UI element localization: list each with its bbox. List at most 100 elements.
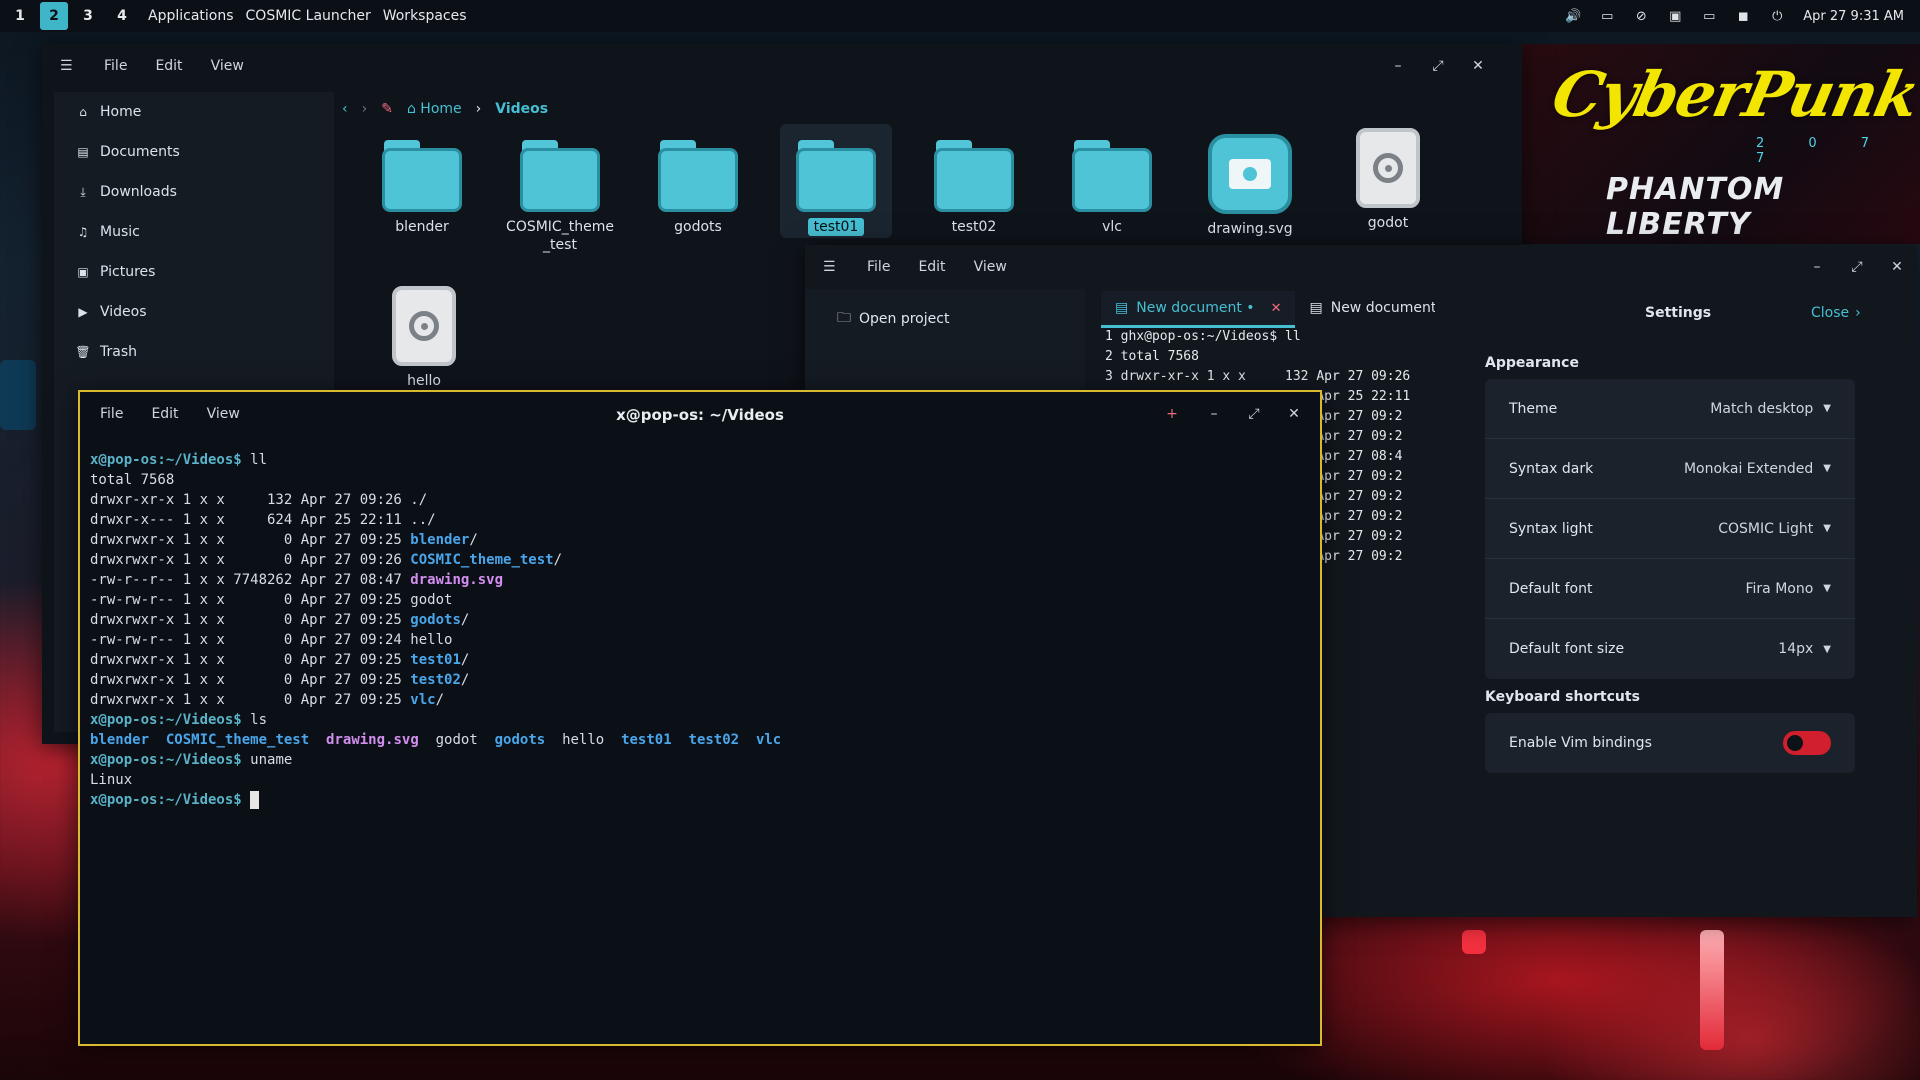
chat-icon[interactable]: ◼ (1735, 9, 1751, 24)
file-item-test01[interactable]: test01 (780, 124, 892, 238)
breadcrumb-current[interactable]: Videos (495, 101, 548, 117)
code-line: 3 drwxr-xr-x 1 x x 132 Apr 27 09:26 (1105, 369, 1411, 384)
setting-default-font-size[interactable]: Default font size 14px ▼ (1485, 619, 1855, 679)
sidebar-toggle-icon[interactable]: ☰ (60, 58, 76, 74)
workspaces-button[interactable]: Workspaces (383, 8, 467, 24)
setting-label: Theme (1509, 400, 1558, 417)
syntax-light-dropdown[interactable]: COSMIC Light ▼ (1718, 521, 1831, 537)
files-close-button[interactable]: ✕ (1468, 56, 1488, 76)
file-item-hello[interactable]: hello (368, 286, 480, 406)
video-icon: ▶ (78, 305, 88, 319)
files-maximize-button[interactable]: ⤢ (1428, 56, 1448, 76)
setting-theme[interactable]: Theme Match desktop ▼ (1485, 379, 1855, 439)
font-size-dropdown[interactable]: 14px ▼ (1778, 641, 1831, 657)
prompt: x@pop-os:~/Videos$ (90, 752, 242, 768)
syntax-dark-dropdown[interactable]: Monokai Extended ▼ (1684, 461, 1831, 477)
sidebar-item-label: Trash (100, 344, 137, 360)
command: ll (250, 452, 268, 468)
open-project-button[interactable]: 🗀 Open project (837, 307, 1085, 331)
workspace-4[interactable]: 4 (108, 2, 136, 30)
editor-menu-view[interactable]: View (974, 259, 1007, 275)
terminal-output[interactable]: x@pop-os:~/Videos$ ll total 7568 drwxr-xr-… (90, 450, 1290, 1010)
volume-icon[interactable]: 🔊 (1565, 9, 1581, 24)
tab-new-document-1[interactable]: ▤ New document • ✕ (1101, 291, 1296, 328)
new-tab-icon[interactable]: + (1162, 404, 1182, 424)
tab-new-document-2[interactable]: ▤ New document (1295, 291, 1450, 325)
file-item-drawing-svg[interactable]: drawing.svg (1194, 134, 1306, 254)
theme-dropdown[interactable]: Match desktop ▼ (1710, 401, 1831, 417)
default-font-dropdown[interactable]: Fira Mono ▼ (1746, 581, 1832, 597)
forward-icon[interactable]: › (362, 101, 368, 117)
home-icon: ⌂ (79, 105, 87, 119)
editor-menu-edit[interactable]: Edit (918, 259, 945, 275)
appearance-heading: Appearance (1485, 355, 1579, 371)
settings-title: Settings (1645, 305, 1712, 321)
cosmic-launcher[interactable]: COSMIC Launcher (246, 8, 371, 24)
notifications-off-icon[interactable]: ⊘ (1633, 9, 1649, 24)
files-menu-file[interactable]: File (104, 58, 127, 74)
settings-close-button[interactable]: Close › (1811, 305, 1861, 321)
terminal-minimize-button[interactable]: – (1204, 404, 1224, 424)
listing-name: test01 (410, 652, 461, 668)
workspace-1[interactable]: 1 (6, 2, 34, 30)
file-item-godot[interactable]: godot (1332, 128, 1444, 248)
breadcrumb-home[interactable]: ⌂ Home (407, 101, 462, 117)
picture-icon: ▣ (77, 265, 89, 279)
sidebar-item-pictures[interactable]: ▣ Pictures (54, 252, 334, 292)
files-minimize-button[interactable]: – (1388, 56, 1408, 76)
file-item-cosmic-theme-test[interactable]: COSMIC_theme_test (504, 134, 616, 254)
back-icon[interactable]: ‹ (342, 101, 348, 117)
file-item-vlc[interactable]: vlc (1056, 134, 1168, 254)
editor-minimize-button[interactable]: – (1807, 257, 1827, 277)
setting-vim-bindings[interactable]: Enable Vim bindings (1485, 713, 1855, 773)
battery-icon[interactable]: ▭ (1701, 9, 1717, 24)
prompt: x@pop-os:~/Videos$ (90, 712, 242, 728)
open-project-label: Open project (859, 311, 950, 327)
setting-label: Default font size (1509, 641, 1625, 657)
ls-item: blender (90, 732, 150, 748)
prompt: x@pop-os:~/Videos$ (90, 452, 242, 468)
file-item-godots[interactable]: godots (642, 134, 754, 254)
dropdown-value: Match desktop (1710, 400, 1814, 417)
sidebar-item-trash[interactable]: 🗑 Trash (54, 332, 334, 372)
editor-close-button[interactable]: ✕ (1887, 257, 1907, 277)
files-menu-edit[interactable]: Edit (155, 58, 182, 74)
sidebar-item-downloads[interactable]: ⤓ Downloads (54, 172, 334, 212)
editor-menu-file[interactable]: File (867, 259, 890, 275)
applications-menu[interactable]: Applications (148, 8, 234, 24)
terminal-maximize-button[interactable]: ⤢ (1244, 404, 1264, 424)
folder-icon (656, 134, 740, 212)
terminal-close-button[interactable]: ✕ (1284, 404, 1304, 424)
output-line: total 7568 (90, 472, 175, 488)
power-icon[interactable]: ⏻ (1769, 9, 1785, 24)
listing-row: drwxrwxr-x 1 x x 0 Apr 27 09:25 test02/ (90, 672, 470, 688)
listing-row: -rw-rw-r-- 1 x x 0 Apr 27 09:24 hello (90, 630, 1290, 650)
setting-syntax-dark[interactable]: Syntax dark Monokai Extended ▼ (1485, 439, 1855, 499)
workspace-2[interactable]: 2 (40, 2, 68, 30)
sidebar-item-documents[interactable]: ▤ Documents (54, 132, 334, 172)
edit-path-icon[interactable]: ✎ (381, 101, 393, 117)
file-item-test02[interactable]: test02 (918, 134, 1030, 254)
setting-syntax-light[interactable]: Syntax light COSMIC Light ▼ (1485, 499, 1855, 559)
listing-meta: -rw-rw-r-- 1 x x 0 Apr 27 09:24 (90, 632, 411, 648)
close-tab-icon[interactable]: ✕ (1271, 301, 1282, 316)
screen-icon[interactable]: ▭ (1599, 9, 1615, 24)
setting-default-font[interactable]: Default font Fira Mono ▼ (1485, 559, 1855, 619)
ls-item: vlc (755, 732, 782, 748)
sidebar-item-music[interactable]: ♫ Music (54, 212, 334, 252)
sidebar-item-home[interactable]: ⌂ Home (54, 92, 334, 132)
wallpaper-year: 2 0 7 7 (1756, 136, 1890, 166)
editor-maximize-button[interactable]: ⤢ (1847, 257, 1867, 277)
workspace-3[interactable]: 3 (74, 2, 102, 30)
editor-header: ☰ File Edit View (805, 245, 1917, 289)
display-icon[interactable]: ▣ (1667, 9, 1683, 24)
tab-label: New document • (1136, 300, 1255, 316)
clock[interactable]: Apr 27 9:31 AM (1803, 9, 1904, 24)
output-line: Linux (90, 772, 133, 788)
sidebar-toggle-icon[interactable]: ☰ (823, 259, 839, 275)
files-menu-view[interactable]: View (211, 58, 244, 74)
file-item-blender[interactable]: blender (366, 134, 478, 254)
vim-toggle[interactable] (1783, 731, 1831, 755)
sidebar-item-videos[interactable]: ▶ Videos (54, 292, 334, 332)
listing-name: godot (410, 592, 453, 608)
